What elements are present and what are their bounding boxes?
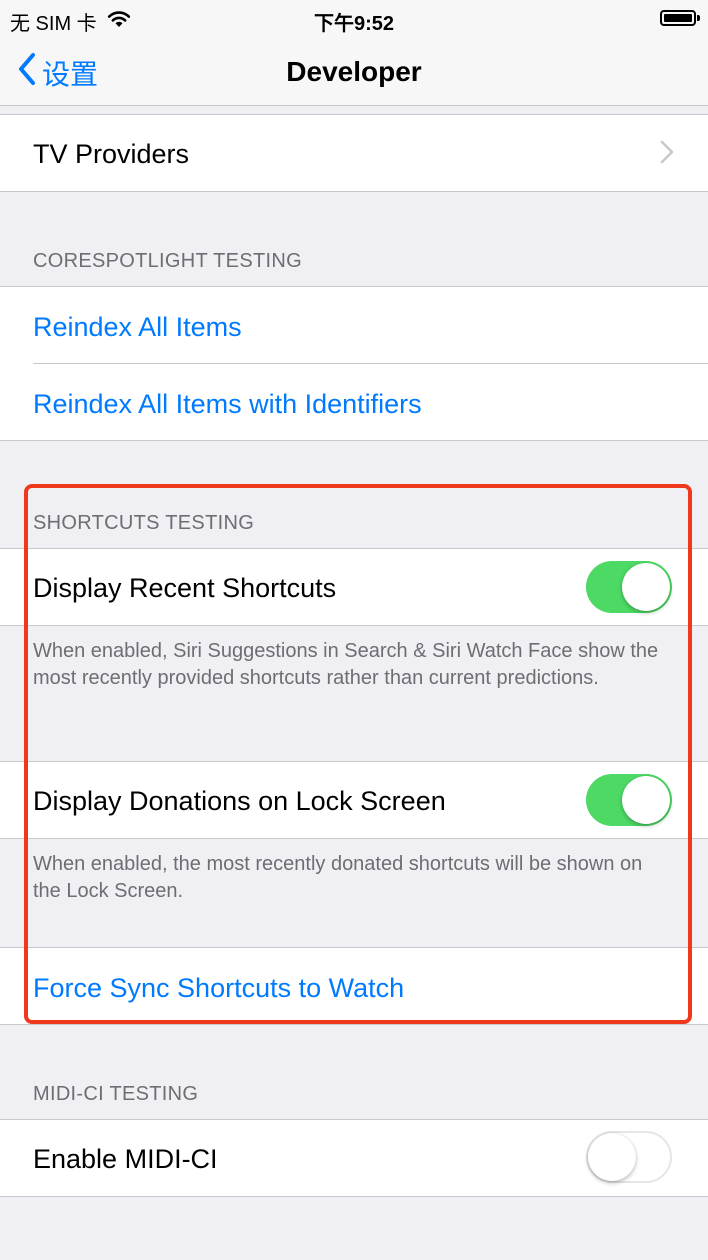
display-donations-cell: Display Donations on Lock Screen — [0, 761, 708, 839]
display-donations-label: Display Donations on Lock Screen — [33, 786, 446, 816]
display-recent-shortcuts-label: Display Recent Shortcuts — [33, 573, 337, 603]
battery-icon — [660, 10, 700, 26]
settings-list: TV Providers CORESPOTLIGHT TESTING Reind… — [0, 106, 708, 1260]
tv-providers-label: TV Providers — [33, 139, 190, 169]
reindex-all-items-button[interactable]: Reindex All Items — [33, 312, 242, 343]
force-sync-cell[interactable]: Force Sync Shortcuts to Watch — [0, 947, 708, 1025]
status-time: 下午9:52 — [313, 13, 395, 35]
donations-footer: When enabled, the most recently donated … — [33, 853, 643, 902]
page-title: Developer — [286, 56, 422, 87]
display-donations-toggle[interactable] — [586, 774, 672, 826]
display-recent-shortcuts-cell: Display Recent Shortcuts — [0, 548, 708, 626]
toggle-knob — [622, 563, 670, 611]
shortcuts-section-header: SHORTCUTS TESTING — [33, 512, 255, 534]
toggle-knob — [622, 776, 670, 824]
tv-providers-cell[interactable]: TV Providers — [0, 114, 708, 192]
recent-shortcuts-footer: When enabled, Siri Suggestions in Search… — [33, 640, 659, 689]
reindex-with-identifiers-button[interactable]: Reindex All Items with Identifiers — [33, 389, 422, 420]
chevron-right-icon — [660, 140, 674, 169]
midi-section-header: MIDI-CI TESTING — [33, 1083, 199, 1105]
status-bar: 无 SIM 卡 下午9:52 — [0, 0, 708, 40]
toggle-knob — [588, 1133, 636, 1181]
corespotlight-group: Reindex All Items Reindex All Items with… — [0, 286, 708, 441]
enable-midi-ci-cell: Enable MIDI-CI — [0, 1119, 708, 1197]
separator — [33, 363, 708, 364]
corespotlight-section-header: CORESPOTLIGHT TESTING — [33, 250, 302, 272]
display-recent-shortcuts-toggle[interactable] — [586, 561, 672, 613]
enable-midi-ci-toggle[interactable] — [586, 1131, 672, 1183]
force-sync-button[interactable]: Force Sync Shortcuts to Watch — [33, 973, 404, 1004]
enable-midi-ci-label: Enable MIDI-CI — [33, 1144, 218, 1174]
navigation-bar: 设置 Developer — [0, 40, 708, 106]
